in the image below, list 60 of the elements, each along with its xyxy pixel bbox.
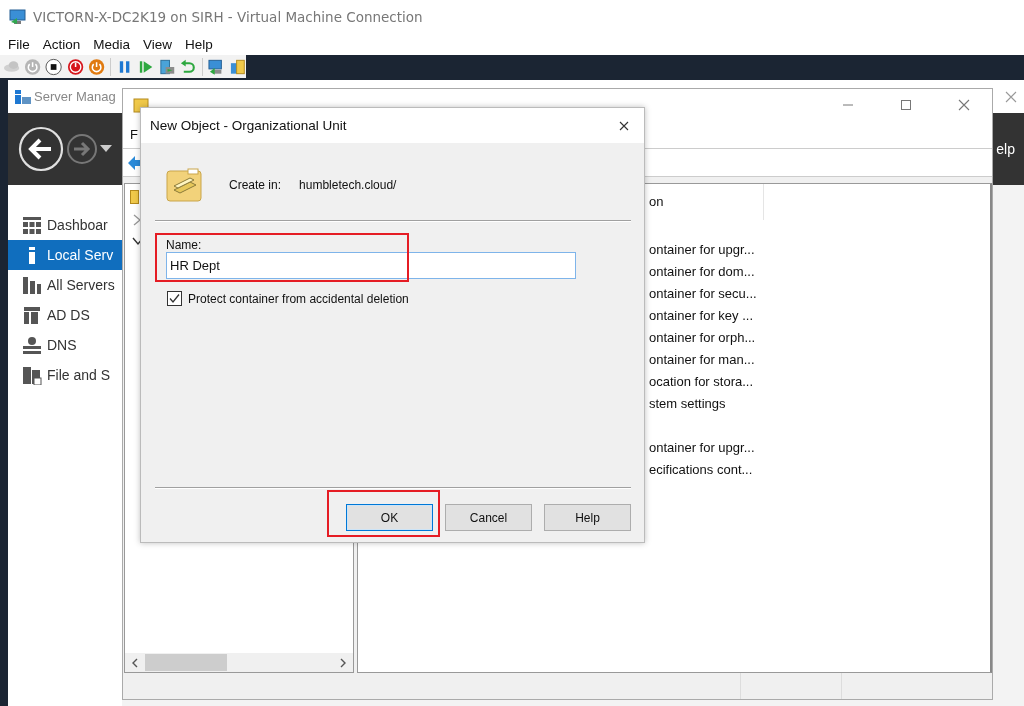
table-cell: ontainer for secu... — [649, 285, 757, 301]
sidebar-item[interactable]: DNS — [8, 330, 122, 360]
menu-item[interactable]: Help — [185, 36, 213, 52]
field-label: Name: — [166, 238, 203, 251]
power-icon[interactable] — [66, 57, 84, 76]
checkbox-label: Protect container from accidental deletion — [188, 291, 409, 306]
create-in-label: Create in: — [229, 178, 282, 192]
close-icon[interactable] — [619, 120, 629, 131]
column-header[interactable]: on — [649, 184, 764, 220]
dialog-button[interactable]: Help — [544, 504, 631, 531]
scroll-left-icon[interactable] — [131, 657, 139, 668]
folder-icon[interactable] — [228, 57, 246, 76]
grid-icon — [22, 215, 42, 235]
stop-icon[interactable] — [45, 57, 63, 76]
name-field[interactable]: HR Dept — [166, 252, 576, 279]
sidebar-item[interactable]: AD DS — [8, 300, 122, 330]
undo-arrow-icon[interactable] — [179, 57, 197, 76]
sidebar-item[interactable]: File and S — [8, 360, 122, 390]
menu-item[interactable]: Media — [93, 36, 131, 52]
dropdown-caret-icon[interactable] — [100, 145, 112, 153]
back-button[interactable] — [18, 126, 64, 172]
create-in-value: humbletech.cloud/ — [299, 178, 397, 192]
table-cell: ontainer for dom... — [649, 263, 755, 279]
menu-item[interactable]: F — [130, 126, 138, 142]
table-cell: ontainer for orph... — [649, 329, 756, 345]
server-manager-icon — [14, 88, 32, 105]
dns-icon — [22, 335, 42, 355]
table-cell: ontainer for key ... — [649, 307, 754, 323]
window-title: Server Manag — [34, 89, 116, 104]
sidebar-item[interactable]: All Servers — [8, 270, 122, 300]
power-icon[interactable] — [87, 57, 105, 76]
table-cell: ontainer for man... — [649, 351, 755, 367]
table-cell: ontainer for upgr... — [649, 439, 755, 455]
expand-chevron-icon[interactable] — [132, 214, 142, 226]
directory-icon — [22, 305, 42, 325]
file-server-icon — [22, 365, 42, 385]
table-cell: stem settings — [649, 395, 726, 411]
checkbox[interactable] — [167, 291, 182, 306]
sidebar-item[interactable]: Local Serv — [8, 240, 122, 270]
monitor-icon — [9, 8, 27, 25]
monitor-icon[interactable] — [207, 57, 225, 76]
dialog-button[interactable]: OK — [346, 504, 433, 531]
horizontal-scrollbar[interactable] — [125, 653, 353, 672]
window-title: VICTORN-X-DC2K19 on SIRH - Virtual Machine Connection — [33, 8, 423, 25]
menu-item[interactable]: File — [8, 36, 30, 52]
menu-item[interactable]: View — [143, 36, 173, 52]
dialog-title: New Object - Organizational Unit — [150, 118, 347, 133]
scrollbar-thumb[interactable] — [145, 654, 227, 671]
folder-icon — [166, 168, 202, 202]
table-cell: ecifications cont... — [649, 461, 753, 477]
maximize-icon[interactable] — [900, 98, 912, 111]
menu-item[interactable]: Action — [42, 36, 81, 52]
menu-item[interactable]: elp — [996, 141, 1015, 157]
sidebar-item[interactable]: Dashboar — [8, 210, 122, 240]
folder-icon — [130, 190, 139, 204]
table-cell: ocation for stora... — [649, 373, 754, 389]
dialog-button[interactable]: Cancel — [445, 504, 532, 531]
scroll-right-icon[interactable] — [339, 657, 347, 668]
servers-icon — [22, 275, 42, 295]
table-cell: ontainer for upgr... — [649, 241, 755, 257]
